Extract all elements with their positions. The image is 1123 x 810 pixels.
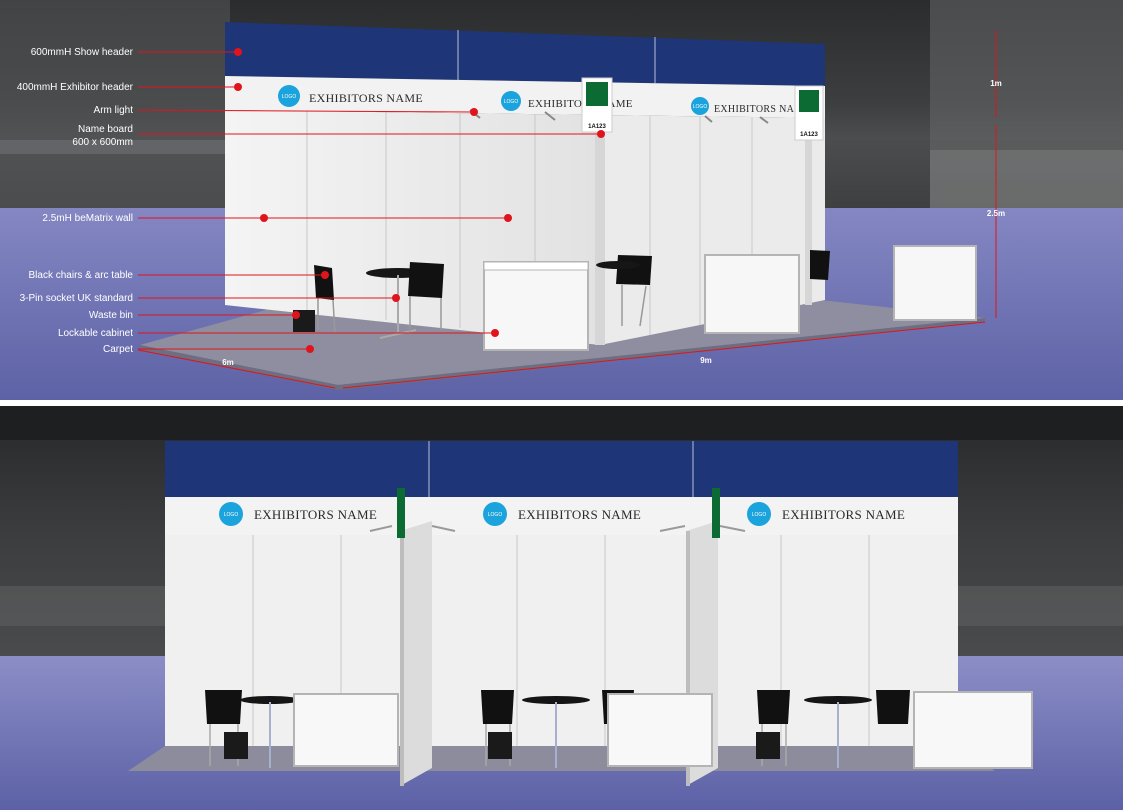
divider-wall-1 bbox=[400, 521, 432, 786]
lockable-cabinet bbox=[704, 254, 800, 334]
black-chair bbox=[757, 690, 790, 724]
lockable-cabinet bbox=[293, 693, 399, 767]
label-carpet: Carpet bbox=[103, 344, 133, 355]
annotated-booth-perspective: LOGO EXHIBITORS NAME LOGO EXHIBITORS NAM… bbox=[0, 0, 1123, 400]
label-show-header: 600mmH Show header bbox=[31, 47, 134, 58]
hall-ceiling bbox=[0, 406, 1123, 440]
lockable-cabinet bbox=[913, 691, 1033, 769]
booth-perspective-svg: LOGO EXHIBITORS NAME LOGO EXHIBITORS NAM… bbox=[0, 0, 1123, 400]
lockable-cabinet bbox=[607, 693, 713, 767]
back-wall bbox=[165, 535, 958, 746]
black-chair bbox=[810, 250, 830, 280]
logo-label: LOGO bbox=[488, 512, 503, 518]
exhibitor-name: EXHIBITORS NAME bbox=[528, 98, 633, 110]
logo-label: LOGO bbox=[693, 104, 708, 110]
label-exhibitor-header: 400mmH Exhibitor header bbox=[17, 82, 134, 93]
black-chair bbox=[408, 262, 444, 298]
dimension-header-height: 1m bbox=[990, 79, 1002, 88]
label-waste-bin: Waste bin bbox=[89, 310, 133, 321]
dimension-wall-height: 2.5m bbox=[987, 209, 1005, 218]
logo-label: LOGO bbox=[224, 512, 239, 518]
exhibitor-name: EXHIBITORS NAME bbox=[782, 507, 905, 522]
name-board-1: 1A123 bbox=[581, 77, 613, 133]
waste-bin bbox=[488, 732, 512, 759]
black-chair bbox=[876, 690, 910, 724]
label-name-board-size: 600 x 600mm bbox=[72, 137, 133, 148]
dimension-width: 6m bbox=[222, 358, 234, 367]
label-arm-light: Arm light bbox=[94, 105, 134, 116]
flag-icon bbox=[799, 90, 819, 112]
name-board-2: 1A123 bbox=[794, 85, 824, 141]
stand-number: 1A123 bbox=[588, 124, 606, 130]
name-board-2 bbox=[712, 488, 720, 538]
label-chairs-table: Black chairs & arc table bbox=[29, 270, 134, 281]
side-wall-edge bbox=[595, 115, 605, 345]
logo-label: LOGO bbox=[282, 94, 297, 100]
black-chair bbox=[616, 255, 652, 285]
flag-icon bbox=[586, 82, 608, 106]
logo-label: LOGO bbox=[504, 99, 519, 105]
black-chair bbox=[481, 690, 514, 724]
show-header bbox=[165, 441, 958, 497]
booth-front-view: LOGO EXHIBITORS NAME LOGO EXHIBITORS NAM… bbox=[0, 406, 1123, 810]
black-chair bbox=[314, 265, 334, 300]
lockable-cabinet bbox=[483, 261, 589, 351]
lockable-cabinet-3 bbox=[893, 245, 977, 321]
name-board-1 bbox=[397, 488, 405, 538]
exhibitor-name: EXHIBITORS NAME bbox=[518, 507, 641, 522]
exhibitor-name: EXHIBITORS NAME bbox=[309, 91, 423, 105]
black-chair bbox=[205, 690, 242, 724]
waste-bin bbox=[756, 732, 780, 759]
exhibitor-name: EXHIBITORS NAME bbox=[254, 507, 377, 522]
label-socket: 3-Pin socket UK standard bbox=[20, 293, 133, 304]
dimension-length: 9m bbox=[700, 356, 712, 365]
arc-table bbox=[596, 261, 640, 269]
booth-carpet bbox=[128, 746, 995, 771]
waste-bin bbox=[224, 732, 248, 759]
stand-number: 1A123 bbox=[800, 132, 818, 138]
logo-label: LOGO bbox=[752, 512, 767, 518]
label-wall: 2.5mH beMatrix wall bbox=[42, 213, 133, 224]
label-cabinet: Lockable cabinet bbox=[58, 328, 133, 339]
booth-front-svg: LOGO EXHIBITORS NAME LOGO EXHIBITORS NAM… bbox=[0, 406, 1123, 810]
label-name-board: Name board bbox=[78, 124, 133, 135]
